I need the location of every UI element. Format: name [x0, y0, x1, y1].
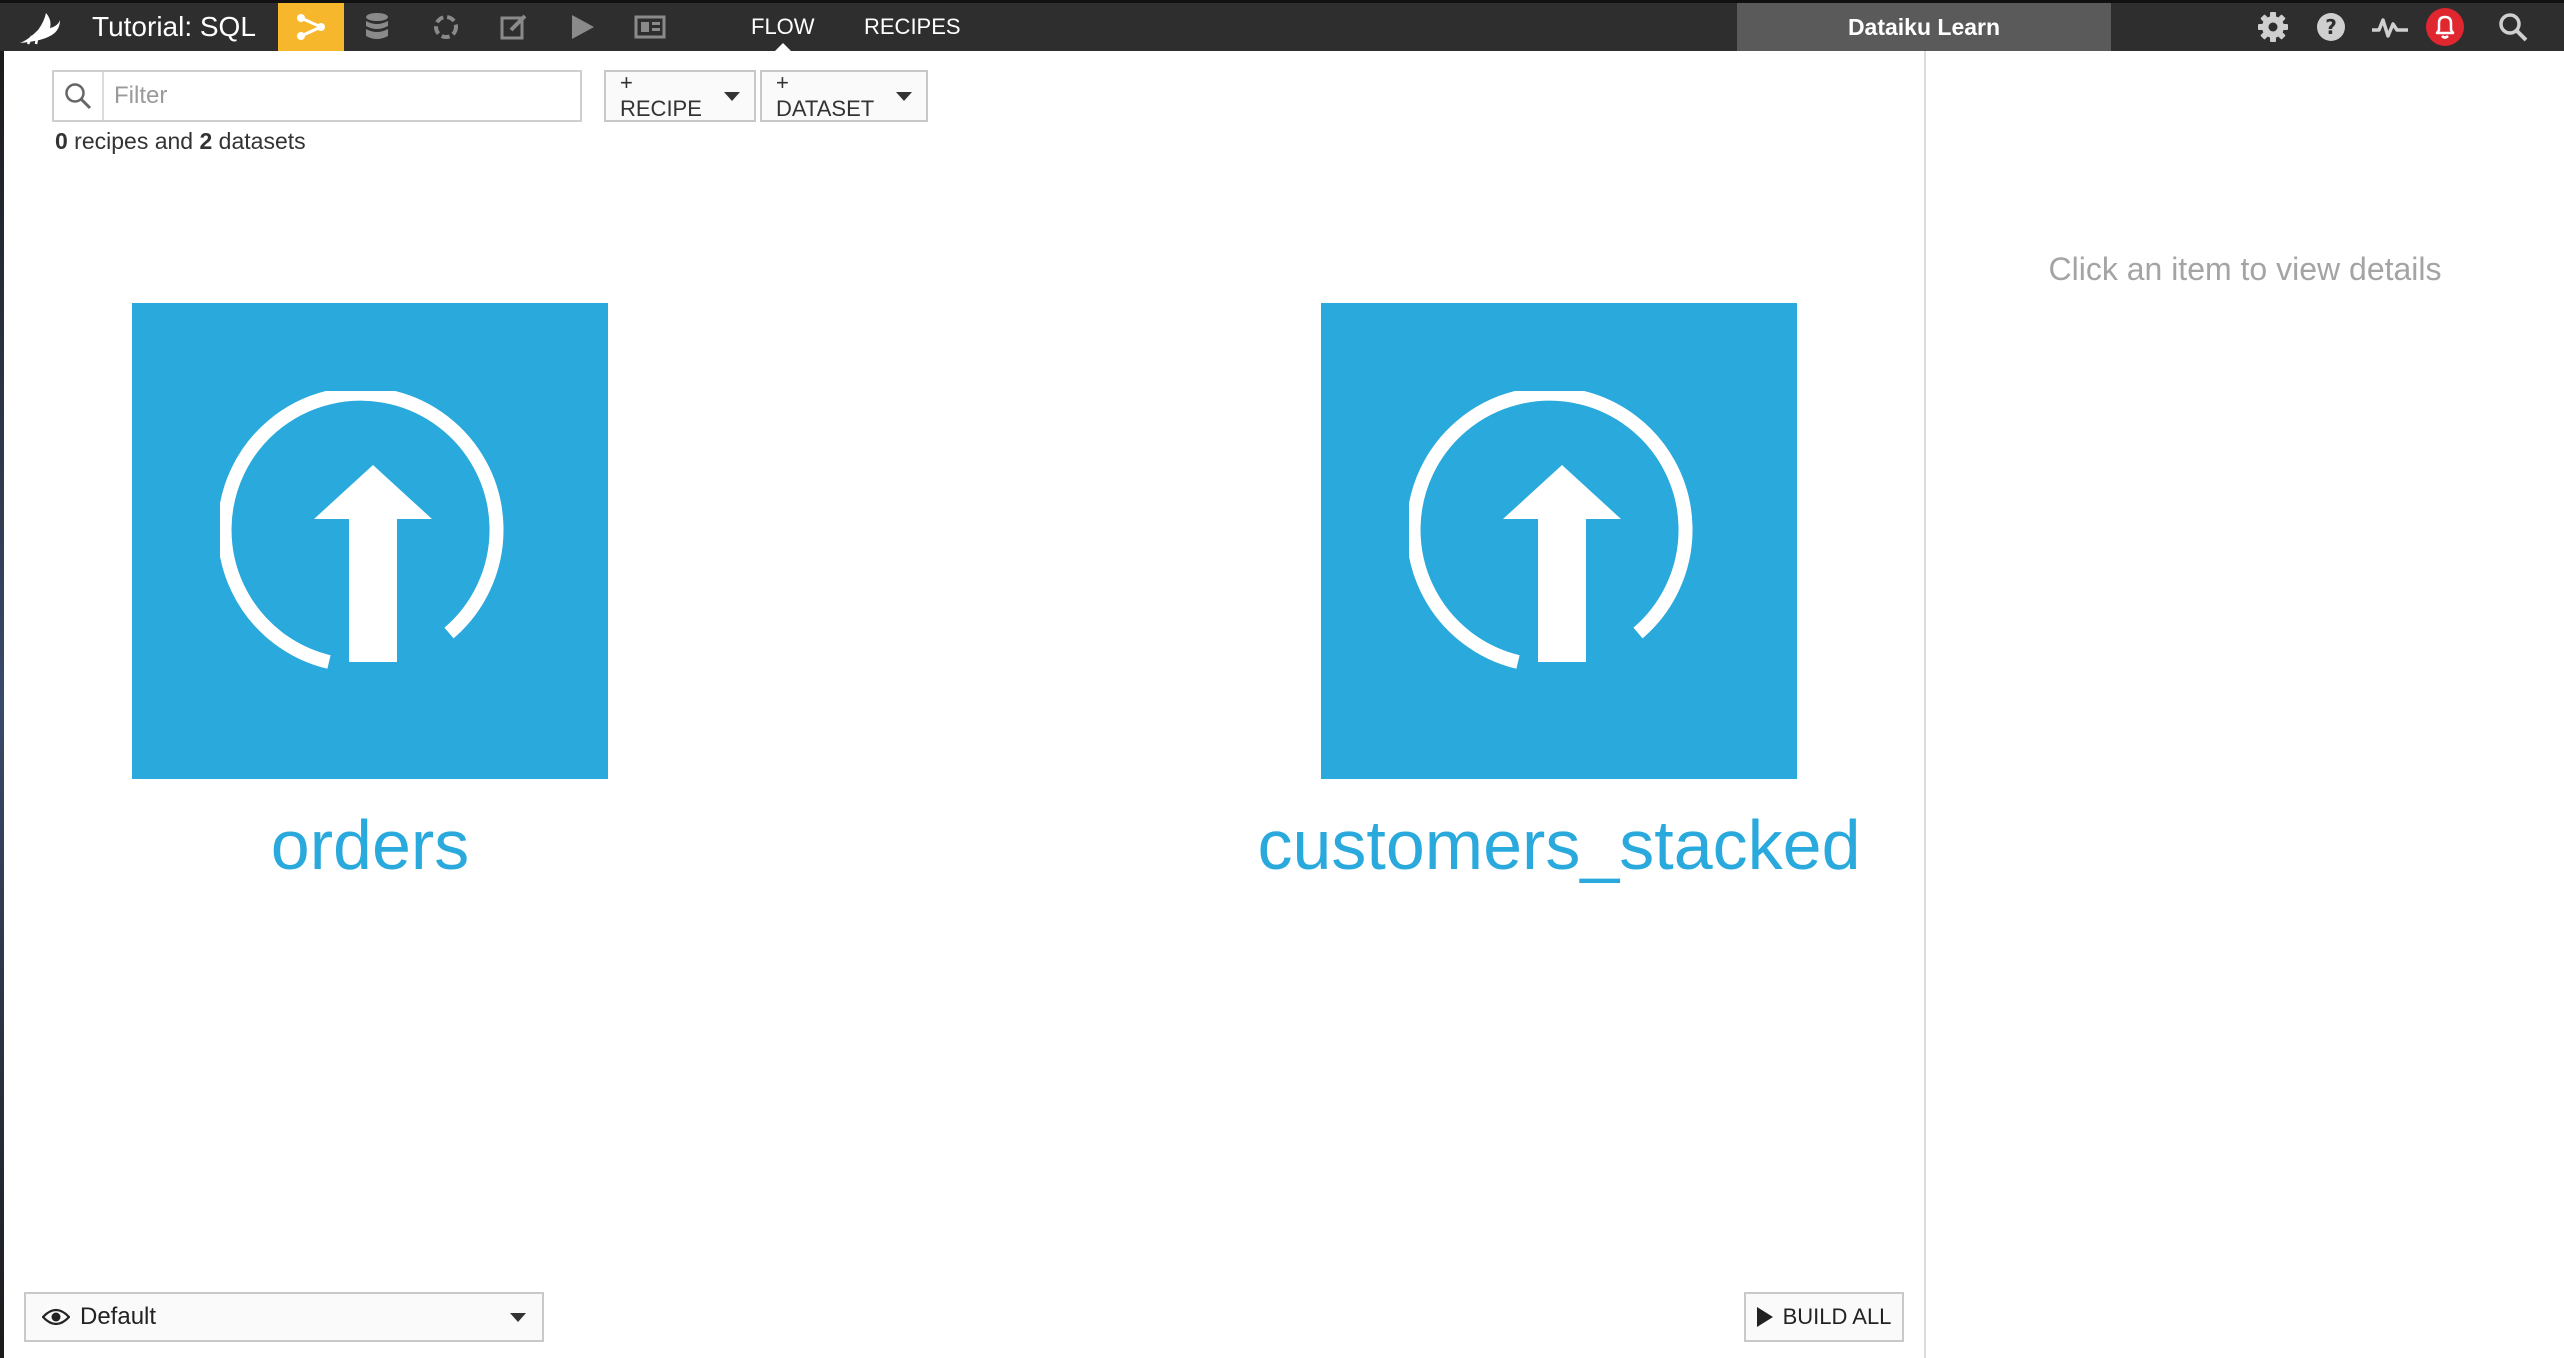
- filter-input[interactable]: [104, 72, 580, 120]
- dataset-label-customers-stacked[interactable]: customers_stacked: [1209, 805, 1909, 885]
- jobs-icon[interactable]: [549, 3, 615, 51]
- view-zone-label: Default: [80, 1303, 157, 1330]
- details-hint: Click an item to view details: [2048, 251, 2442, 287]
- build-all-button[interactable]: BUILD ALL: [1744, 1292, 1904, 1342]
- chevron-down-icon: [510, 1312, 526, 1322]
- flow-icon[interactable]: [278, 3, 344, 51]
- settings-icon[interactable]: [2245, 3, 2301, 51]
- notebooks-icon[interactable]: [481, 3, 547, 51]
- datasets-count: 2: [199, 128, 213, 154]
- caret-down-icon: [724, 91, 740, 101]
- dataset-node-customers-stacked[interactable]: [1321, 303, 1797, 779]
- notifications-icon[interactable]: [2417, 3, 2473, 51]
- datasets-icon[interactable]: [344, 3, 410, 51]
- recipes-count-text: recipes and: [67, 128, 200, 154]
- recipes-icon[interactable]: [413, 3, 479, 51]
- play-icon: [1756, 1307, 1773, 1327]
- window-edge: [0, 51, 4, 1358]
- dataset-node-orders[interactable]: [132, 303, 608, 779]
- dataiku-logo-icon[interactable]: [14, 7, 66, 49]
- dashboards-icon[interactable]: [617, 3, 683, 51]
- datasets-count-text: datasets: [212, 128, 306, 154]
- search-icon[interactable]: [2485, 3, 2541, 51]
- add-recipe-button[interactable]: + RECIPE: [604, 70, 756, 122]
- instance-name[interactable]: Dataiku Learn: [1737, 3, 2111, 51]
- caret-down-icon: [896, 91, 912, 101]
- add-recipe-label: + RECIPE: [620, 70, 702, 121]
- recipes-count: 0: [55, 128, 68, 154]
- tab-flow[interactable]: FLOW: [751, 3, 815, 51]
- top-navigation-bar: Tutorial: SQL FLOW RECIPES Dataiku Learn…: [0, 0, 2564, 51]
- build-all-label: BUILD ALL: [1782, 1304, 1892, 1329]
- svg-text:?: ?: [2325, 15, 2337, 39]
- upload-icon: [1409, 391, 1693, 669]
- magnifier-icon: [54, 72, 104, 120]
- details-panel: Click an item to view details: [1924, 51, 2564, 1358]
- project-title[interactable]: Tutorial: SQL: [92, 3, 256, 51]
- eye-icon: [42, 1308, 70, 1326]
- add-dataset-label: + DATASET: [776, 70, 875, 121]
- flow-counts: 0 recipes and 2 datasets: [55, 128, 306, 155]
- activity-icon[interactable]: [2362, 3, 2418, 51]
- add-dataset-button[interactable]: + DATASET: [760, 70, 928, 122]
- view-zone-select[interactable]: Default: [24, 1292, 544, 1342]
- filter-box: [52, 70, 582, 122]
- dataset-label-orders[interactable]: orders: [132, 805, 608, 885]
- upload-icon: [220, 391, 504, 669]
- tab-recipes[interactable]: RECIPES: [864, 3, 961, 51]
- help-icon[interactable]: ?: [2303, 3, 2359, 51]
